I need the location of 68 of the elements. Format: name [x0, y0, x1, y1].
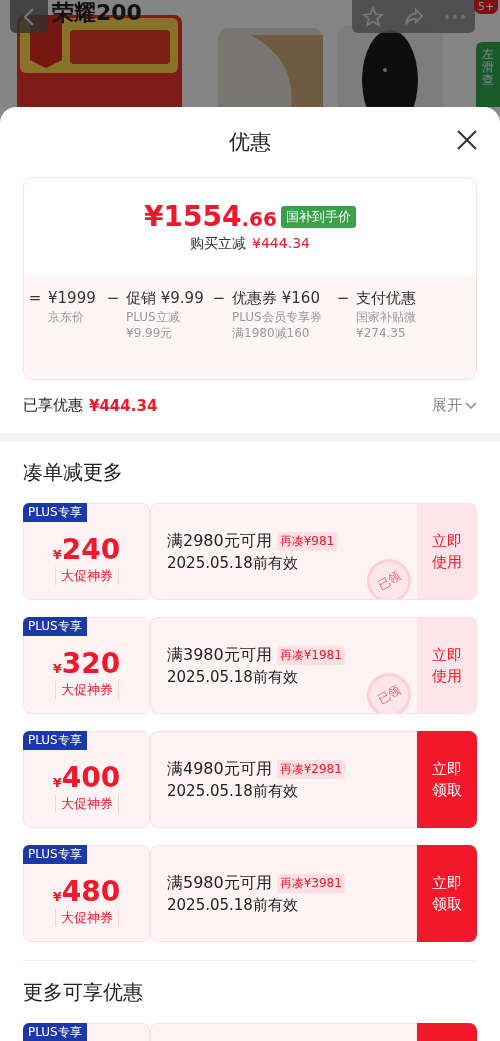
currency-symbol: ¥	[52, 888, 62, 904]
coupon-condition: 满2980元可用	[167, 530, 272, 552]
claim-button[interactable]: 立即领取	[417, 845, 477, 942]
breakdown-amount: 支付优惠	[356, 288, 417, 309]
sheet-title: 优惠	[229, 129, 271, 156]
breakdown-note: 京东价	[48, 309, 85, 325]
currency-symbol: ¥	[52, 546, 62, 562]
coupon-condition: 满3980元可用	[167, 644, 272, 666]
back-button[interactable]	[10, 0, 48, 33]
section-title: 更多可享优惠	[23, 979, 144, 1006]
close-button[interactable]	[456, 129, 478, 151]
use-button[interactable]: 立即使用	[417, 617, 477, 714]
coupon-validity: 2025.05.18前有效	[167, 895, 298, 915]
breakdown-note: ¥274.35	[356, 325, 407, 341]
breakdown-amount: ¥1999	[48, 288, 97, 309]
breakdown-note: 满1980减160	[232, 325, 311, 341]
saving-amount: ¥444.34	[252, 235, 310, 253]
operator: −	[336, 288, 350, 309]
breakdown-note: 国家补贴微	[356, 309, 417, 325]
coupon-validity: 2025.05.18前有效	[167, 667, 298, 687]
final-price: ¥1554	[144, 200, 242, 233]
coupon-condition: 满5980元可用	[167, 872, 272, 894]
coupon-name: 大促神券	[54, 566, 119, 585]
operator: −	[106, 288, 120, 309]
coupon-name: 大促神券	[54, 680, 119, 699]
coupon-condition: 满4980元可用	[167, 758, 272, 780]
plus-tag: PLUS专享	[23, 845, 87, 864]
price-badge: 国补到手价	[280, 205, 356, 228]
plus-tag: PLUS专享	[23, 617, 87, 636]
enjoyed-label: 已享优惠	[23, 396, 83, 415]
expand-toggle[interactable]: 展开	[432, 396, 477, 415]
plus-tag: PLUS专享	[23, 503, 87, 522]
use-button[interactable]: 立即使用	[417, 503, 477, 600]
gap-tag: 再凑¥3981	[276, 873, 345, 893]
count-badge: 5+	[474, 0, 499, 14]
operator: =	[28, 288, 42, 309]
section-title: 凑单减更多	[23, 459, 124, 486]
breakdown-amount: 促销 ¥9.99	[126, 288, 205, 309]
plus-tag: PLUS专享	[23, 1023, 87, 1041]
gap-tag: 再凑¥1981	[276, 645, 345, 665]
share-button[interactable]	[402, 5, 425, 28]
more-button[interactable]	[443, 13, 466, 20]
coupon-amount: 320	[61, 646, 121, 681]
coupon-validity: 2025.05.18前有效	[167, 553, 298, 573]
plus-tag: PLUS专享	[23, 731, 87, 750]
breakdown-note: PLUS会员专享券	[232, 309, 323, 325]
breakdown-note: ¥9.99元	[126, 325, 174, 341]
coupon-amount: 400	[61, 760, 121, 795]
operator: −	[212, 288, 226, 309]
favorite-button[interactable]	[361, 5, 384, 28]
coupon-amount: 480	[61, 874, 121, 909]
coupon-validity: 2025.05.18前有效	[167, 781, 298, 801]
coupon-name: 大促神券	[54, 908, 119, 927]
breakdown-note: PLUS立减	[126, 309, 181, 325]
claim-button[interactable]: 立即领取	[417, 731, 477, 828]
currency-symbol: ¥	[52, 774, 62, 790]
chevron-icon	[465, 401, 477, 410]
gap-tag: 再凑¥981	[276, 531, 338, 551]
breakdown-amount: 优惠券 ¥160	[232, 288, 321, 309]
coupon-name: 大促神券	[54, 794, 119, 813]
back-icon	[23, 6, 35, 27]
enjoyed-amount: ¥444.34	[89, 396, 158, 415]
gap-tag: 再凑¥2981	[276, 759, 345, 779]
currency-symbol: ¥	[52, 660, 62, 676]
coupon-amount: 240	[61, 532, 121, 567]
side-tab[interactable]: 左滑查	[476, 42, 500, 107]
saving-label: 购买立减	[190, 235, 247, 253]
price-decimal: .66	[241, 207, 277, 231]
